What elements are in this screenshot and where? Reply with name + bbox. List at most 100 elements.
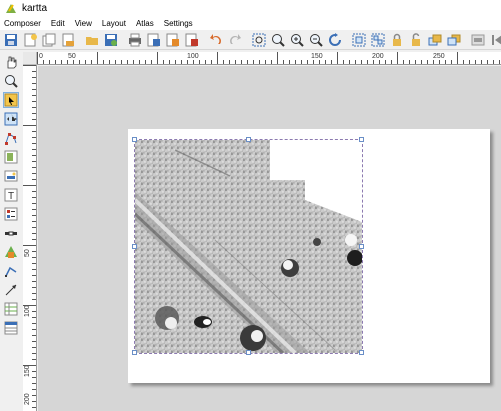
composer-canvas[interactable] (38, 66, 501, 411)
resize-handle[interactable] (132, 244, 137, 249)
menu-atlas[interactable]: Atlas (136, 19, 154, 28)
add-image-icon[interactable] (3, 168, 19, 184)
resize-handle[interactable] (359, 350, 364, 355)
ruler-tick (313, 60, 314, 64)
menu-settings[interactable]: Settings (164, 19, 193, 28)
save-template-icon[interactable] (104, 33, 118, 47)
ruler-tick (85, 60, 86, 64)
zoom-full-icon[interactable] (252, 33, 266, 47)
atlas-preview-icon[interactable] (471, 33, 485, 47)
zoom-tool-icon[interactable] (3, 73, 19, 89)
add-attribute-table-icon[interactable] (3, 320, 19, 336)
ruler-tick (475, 60, 476, 64)
export-svg-icon[interactable] (166, 33, 180, 47)
ruler-tick (79, 60, 80, 64)
select-move-icon[interactable] (3, 92, 19, 108)
add-text-icon[interactable]: T (3, 187, 19, 203)
composer-page[interactable] (128, 129, 490, 383)
undo-icon[interactable] (209, 33, 223, 47)
ruler-tick (32, 401, 36, 402)
ruler-tick (32, 71, 36, 72)
ruler-tick (157, 52, 158, 64)
ruler-tick (32, 209, 36, 210)
add-scalebar-icon[interactable] (3, 225, 19, 241)
zoom-out-icon[interactable] (309, 33, 323, 47)
add-html-icon[interactable] (3, 301, 19, 317)
add-shape-icon[interactable] (3, 244, 19, 260)
export-image-icon[interactable] (147, 33, 161, 47)
menu-layout[interactable]: Layout (102, 19, 126, 28)
ruler-tick (253, 60, 254, 64)
composer-manager-icon[interactable] (61, 33, 75, 47)
ruler-tick (23, 185, 36, 186)
ruler-tick (32, 197, 36, 198)
first-feature-icon[interactable] (490, 33, 501, 47)
duplicate-composer-icon[interactable] (42, 33, 56, 47)
ruler-label-v-150: 150 (24, 365, 31, 377)
ruler-tick (211, 60, 212, 64)
ruler-tick (32, 299, 36, 300)
zoom-100-icon[interactable] (271, 33, 285, 47)
lock-icon[interactable] (390, 33, 404, 47)
resize-handle[interactable] (246, 137, 251, 142)
ruler-label-h-200: 200 (372, 53, 384, 60)
group-icon[interactable] (352, 33, 366, 47)
ruler-tick (481, 60, 482, 64)
edit-nodes-icon[interactable] (3, 130, 19, 146)
ruler-tick (379, 60, 380, 64)
ruler-tick (32, 329, 36, 330)
resize-handle[interactable] (359, 137, 364, 142)
zoom-in-icon[interactable] (290, 33, 304, 47)
ruler-tick (115, 60, 116, 64)
open-template-icon[interactable] (85, 33, 99, 47)
resize-handle[interactable] (359, 244, 364, 249)
resize-handle[interactable] (132, 137, 137, 142)
add-arrow-icon[interactable] (3, 263, 19, 279)
menu-edit[interactable]: Edit (51, 19, 65, 28)
export-pdf-icon[interactable] (185, 33, 199, 47)
unlock-icon[interactable] (409, 32, 423, 47)
ruler-tick (133, 60, 134, 64)
menu-view[interactable]: View (75, 19, 92, 28)
ruler-tick (109, 60, 110, 64)
menu-bar: Composer Edit View Layout Atlas Settings (0, 16, 501, 30)
print-icon[interactable] (128, 33, 142, 47)
new-composer-icon[interactable] (23, 33, 37, 47)
ruler-tick (37, 52, 38, 64)
ruler-label-v-50: 50 (24, 249, 31, 257)
ruler-tick (175, 60, 176, 64)
ruler-tick (32, 131, 36, 132)
add-table-icon[interactable] (3, 282, 19, 298)
ruler-tick (151, 60, 152, 64)
pan-icon[interactable] (3, 54, 19, 70)
refresh-icon[interactable] (328, 32, 342, 47)
ruler-tick (32, 143, 36, 144)
ruler-tick (23, 305, 36, 306)
ungroup-icon[interactable] (371, 33, 385, 47)
ruler-tick (23, 245, 36, 246)
add-map-icon[interactable] (3, 149, 19, 165)
ruler-tick (32, 395, 36, 396)
save-icon[interactable] (4, 33, 18, 47)
vertical-ruler: 50 100 150 200 (23, 65, 37, 411)
ruler-tick (469, 60, 470, 64)
resize-handle[interactable] (132, 350, 137, 355)
ruler-tick (32, 317, 36, 318)
ruler-tick (32, 221, 36, 222)
ruler-tick (32, 155, 36, 156)
window-titlebar: kartta (0, 0, 501, 16)
raise-icon[interactable] (428, 33, 442, 47)
redo-icon[interactable] (228, 33, 242, 47)
add-legend-icon[interactable] (3, 206, 19, 222)
ruler-tick (32, 191, 36, 192)
ruler-tick (361, 60, 362, 64)
resize-handle[interactable] (246, 350, 251, 355)
menu-composer[interactable]: Composer (4, 19, 41, 28)
ruler-tick (32, 137, 36, 138)
map-item[interactable] (132, 137, 364, 355)
move-content-icon[interactable] (3, 111, 19, 127)
ruler-tick (445, 60, 446, 64)
ruler-tick (193, 60, 194, 64)
lower-icon[interactable] (447, 33, 461, 47)
ruler-tick (32, 113, 36, 114)
